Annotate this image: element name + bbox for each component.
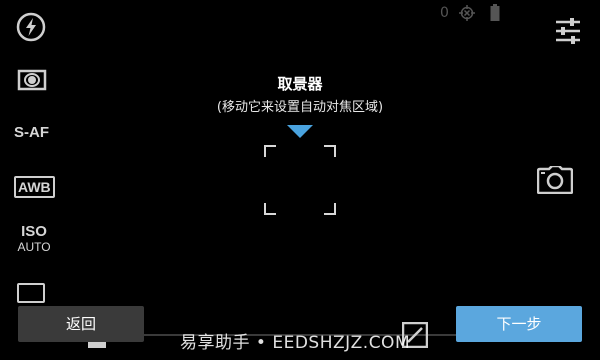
white-balance-button[interactable]: AWB <box>14 176 55 198</box>
focus-area-arrow-icon[interactable] <box>287 124 313 138</box>
gps-icon <box>458 4 476 22</box>
camera-shutter-icon[interactable] <box>536 164 574 195</box>
focus-mode-button[interactable]: S-AF <box>14 124 49 141</box>
white-balance-label: AWB <box>18 179 51 195</box>
back-button[interactable]: 返回 <box>18 306 144 342</box>
settings-sliders-icon[interactable] <box>554 17 582 45</box>
viewfinder-hint: (移动它来设置自动对焦区域) <box>216 100 384 115</box>
iso-button[interactable]: ISO AUTO <box>16 223 52 255</box>
iso-value: AUTO <box>17 240 51 254</box>
iso-label: ISO <box>21 223 47 240</box>
aspect-ratio-icon[interactable] <box>17 283 45 303</box>
next-button[interactable]: 下一步 <box>456 306 582 342</box>
viewfinder-title: 取景器 <box>277 75 323 93</box>
focus-area-frame[interactable] <box>264 145 336 215</box>
flash-auto-icon[interactable] <box>16 12 46 42</box>
watermark-text: 易享助手 • EEDSHZJZ.COM <box>180 333 411 353</box>
shot-count: 0 <box>440 5 449 21</box>
battery-icon <box>490 4 500 22</box>
